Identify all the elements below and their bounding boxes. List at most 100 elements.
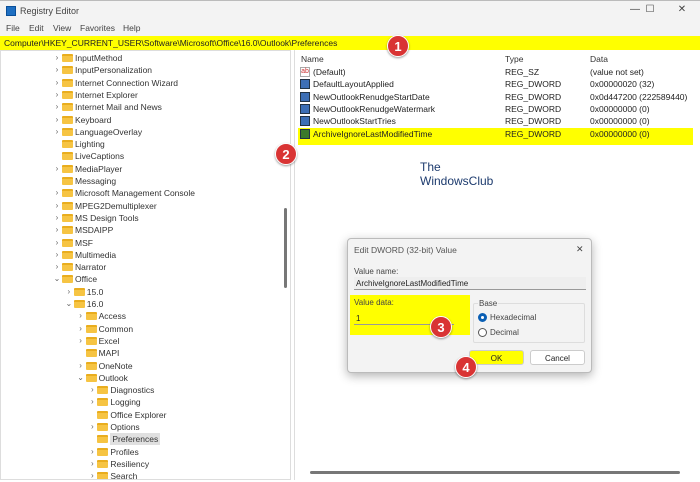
chevron-right-icon[interactable]: › <box>53 237 61 249</box>
chevron-right-icon[interactable]: › <box>53 163 61 175</box>
chevron-down-icon[interactable]: ⌄ <box>65 298 73 310</box>
address-bar[interactable]: Computer\HKEY_CURRENT_USER\Software\Micr… <box>0 36 700 50</box>
tree-item[interactable]: › MS Design Tools <box>1 212 281 224</box>
chevron-right-icon[interactable]: › <box>88 458 96 470</box>
tree-item[interactable]: › LanguageOverlay <box>1 126 281 138</box>
tree-item[interactable]: › Internet Connection Wizard <box>1 77 281 89</box>
tree-item[interactable]: › MediaPlayer <box>1 163 281 175</box>
chevron-right-icon[interactable]: › <box>65 286 73 298</box>
tree-item[interactable]: › Access <box>1 310 281 322</box>
chevron-right-icon[interactable]: › <box>53 212 61 224</box>
value-name-field[interactable]: ArchiveIgnoreLastModifiedTime <box>354 277 586 290</box>
tree-item[interactable]: MAPI <box>1 347 281 359</box>
binary-value-icon <box>300 116 310 127</box>
maximize-button[interactable]: ☐ <box>635 4 665 18</box>
chevron-down-icon[interactable]: ⌄ <box>77 372 85 384</box>
ok-button[interactable]: OK <box>469 350 524 365</box>
tree-item[interactable]: › OneNote <box>1 360 281 372</box>
chevron-right-icon[interactable]: › <box>53 52 61 64</box>
column-header-type[interactable]: Type <box>505 54 523 64</box>
chevron-right-icon[interactable]: › <box>77 310 85 322</box>
chevron-right-icon[interactable]: › <box>53 187 61 199</box>
value-row[interactable]: DefaultLayoutApplied REG_DWORD 0x00000020 … <box>298 78 693 90</box>
tree-item[interactable]: ⌄ 16.0 <box>1 298 281 310</box>
tree-item[interactable]: › Diagnostics <box>1 384 281 396</box>
chevron-right-icon[interactable]: › <box>53 64 61 76</box>
chevron-right-icon[interactable]: › <box>53 114 61 126</box>
column-header-data[interactable]: Data <box>590 54 608 64</box>
chevron-right-icon[interactable]: › <box>77 323 85 335</box>
tree-item[interactable]: Messaging <box>1 175 281 187</box>
menu-file[interactable]: File <box>6 23 20 33</box>
chevron-right-icon[interactable]: › <box>88 396 96 408</box>
tree-item[interactable]: › InputPersonalization <box>1 64 281 76</box>
tree-item[interactable]: › Excel <box>1 335 281 347</box>
menu-edit[interactable]: Edit <box>29 23 44 33</box>
chevron-right-icon[interactable]: › <box>77 360 85 372</box>
tree-item[interactable]: › MSF <box>1 237 281 249</box>
tree-item[interactable]: › Narrator <box>1 261 281 273</box>
tree-item[interactable]: › Resiliency <box>1 458 281 470</box>
hexadecimal-label[interactable]: Hexadecimal <box>490 313 536 322</box>
decimal-label[interactable]: Decimal <box>490 328 519 337</box>
tree-item-label: Resiliency <box>110 458 150 469</box>
chevron-right-icon[interactable]: › <box>53 77 61 89</box>
tree-item[interactable]: › MPEG2Demultiplexer <box>1 200 281 212</box>
tree-item[interactable]: › 15.0 <box>1 286 281 298</box>
hexadecimal-radio[interactable] <box>478 313 487 322</box>
value-row[interactable]: NewOutlookRenudgeWatermark REG_DWORD 0x000… <box>298 103 693 115</box>
tree-item[interactable]: › Common <box>1 323 281 335</box>
chevron-right-icon[interactable]: › <box>88 421 96 433</box>
cancel-button[interactable]: Cancel <box>530 350 585 365</box>
chevron-right-icon[interactable]: › <box>53 200 61 212</box>
list-scrollbar[interactable] <box>310 471 680 474</box>
chevron-right-icon[interactable]: › <box>88 446 96 458</box>
chevron-right-icon[interactable]: › <box>88 384 96 396</box>
watermark-line1: The <box>420 160 441 174</box>
tree-item[interactable]: › InputMethod <box>1 52 281 64</box>
chevron-right-icon[interactable]: › <box>53 249 61 261</box>
tree-item[interactable]: › Microsoft Management Console <box>1 187 281 199</box>
tree-item[interactable]: Lighting <box>1 138 281 150</box>
tree-scrollbar[interactable] <box>284 208 287 288</box>
tree-item[interactable]: LiveCaptions <box>1 150 281 162</box>
menu-help[interactable]: Help <box>123 23 140 33</box>
tree-item[interactable]: › Internet Explorer <box>1 89 281 101</box>
value-row[interactable]: ArchiveIgnoreLastModifiedTime REG_DWORD 0x… <box>298 127 693 145</box>
menu-favorites[interactable]: Favorites <box>80 23 115 33</box>
chevron-right-icon[interactable]: › <box>53 126 61 138</box>
chevron-right-icon[interactable]: › <box>53 224 61 236</box>
tree-item[interactable]: › Search <box>1 470 281 479</box>
tree-item[interactable]: › Internet Mail and News <box>1 101 281 113</box>
dialog-close-button[interactable]: ✕ <box>576 244 584 255</box>
chevron-right-icon[interactable]: › <box>53 261 61 273</box>
tree-item[interactable]: › MSDAIPP <box>1 224 281 236</box>
tree-item[interactable]: Office Explorer <box>1 409 281 421</box>
folder-icon <box>97 459 109 468</box>
menu-view[interactable]: View <box>53 23 71 33</box>
folder-icon <box>97 472 109 479</box>
chevron-right-icon[interactable]: › <box>53 89 61 101</box>
tree-item[interactable]: › Options <box>1 421 281 433</box>
tree-item[interactable]: › Logging <box>1 396 281 408</box>
value-row[interactable]: ab (Default) REG_SZ (value not set) <box>298 66 693 78</box>
tree-item[interactable]: › Profiles <box>1 446 281 458</box>
chevron-right-icon[interactable]: › <box>77 335 85 347</box>
value-row[interactable]: NewOutlookRenudgeStartDate REG_DWORD 0x0d4… <box>298 91 693 103</box>
chevron-down-icon[interactable]: ⌄ <box>53 273 61 285</box>
chevron-right-icon[interactable]: › <box>88 470 96 479</box>
value-row[interactable]: NewOutlookStartTries REG_DWORD 0x00000000 … <box>298 115 693 127</box>
tree-item-label: Common <box>98 323 134 334</box>
tree-item[interactable]: ⌄ Outlook <box>1 372 281 384</box>
tree-item-label: Outlook <box>98 372 128 383</box>
tree-item-label: 16.0 <box>86 299 104 309</box>
tree-item[interactable]: › Multimedia <box>1 249 281 261</box>
decimal-radio[interactable] <box>478 328 487 337</box>
tree-item[interactable]: Preferences <box>1 433 281 446</box>
column-header-name[interactable]: Name <box>301 54 324 64</box>
tree-item[interactable]: ⌄ Office <box>1 273 281 285</box>
close-button[interactable]: ✕ <box>667 4 697 18</box>
tree-item[interactable]: › Keyboard <box>1 114 281 126</box>
key-tree[interactable]: › InputMethod › InputPersonalization › Intern… <box>0 50 291 480</box>
chevron-right-icon[interactable]: › <box>53 101 61 113</box>
